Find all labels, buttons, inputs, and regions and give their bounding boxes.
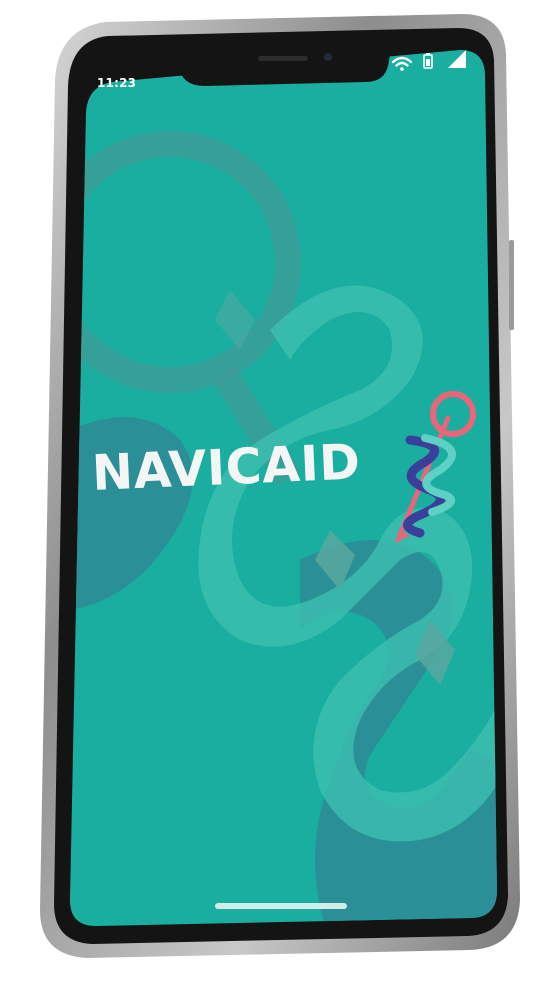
front-camera	[324, 53, 332, 61]
camera-notch	[172, 44, 392, 86]
home-indicator-bar[interactable]	[215, 903, 347, 909]
side-button-right	[509, 240, 514, 330]
status-time: 11:23	[97, 76, 137, 90]
earpiece-speaker	[258, 56, 308, 61]
phone-mockup: 11:23 NAVICAID	[0, 0, 539, 983]
brand-wordmark: NAVICAID	[90, 433, 362, 502]
